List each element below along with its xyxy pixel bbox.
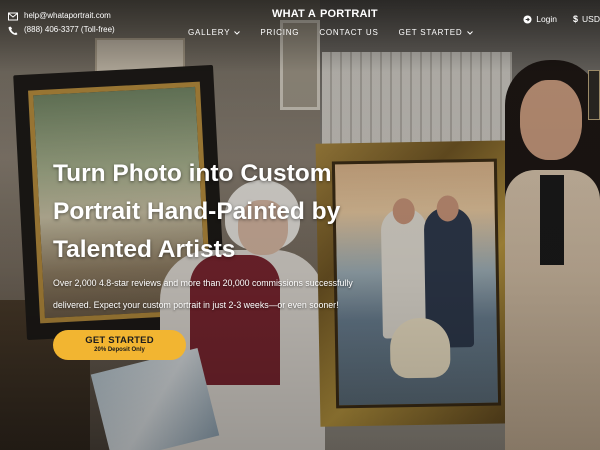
nav-contact-us[interactable]: CONTACT US — [319, 28, 378, 37]
hero-subtitle: Over 2,000 4.8-star reviews and more tha… — [53, 278, 353, 310]
main-nav: GALLERY PRICING CONTACT US GET STARTED — [188, 28, 473, 37]
site-header: help@whataportrait.com (888) 406-3377 (T… — [0, 0, 600, 50]
get-started-label: GET STARTED — [85, 335, 154, 346]
nav-pricing[interactable]: PRICING — [260, 28, 299, 37]
email-row[interactable]: help@whataportrait.com — [8, 9, 115, 23]
login-link[interactable]: Login — [523, 14, 557, 24]
chevron-down-icon — [466, 30, 473, 35]
contact-info: help@whataportrait.com (888) 406-3377 (T… — [8, 9, 115, 37]
deposit-note: 20% Deposit Only — [94, 347, 145, 353]
nav-get-started[interactable]: GET STARTED — [399, 28, 473, 37]
nav-get-started-label: GET STARTED — [398, 28, 463, 37]
hero-title: Turn Photo into Custom Portrait Hand-Pai… — [53, 160, 341, 263]
phone-text[interactable]: (888) 406-3377 (Toll-free) — [24, 23, 115, 37]
nav-gallery-label: GALLERY — [188, 28, 231, 37]
envelope-icon — [8, 12, 18, 20]
email-text[interactable]: help@whataportrait.com — [24, 9, 111, 23]
logo-text-left: WHAT A — [272, 8, 316, 20]
header-tools: Login $ USD — [523, 14, 600, 24]
login-icon — [523, 14, 532, 24]
site-logo[interactable]: WHAT A PORTRAIT — [272, 8, 378, 20]
login-label: Login — [536, 14, 558, 24]
currency-selector[interactable]: $ USD — [573, 14, 600, 24]
phone-icon — [8, 25, 18, 35]
nav-pricing-label: PRICING — [260, 28, 300, 37]
dollar-icon: $ — [573, 14, 579, 24]
currency-label: USD — [582, 14, 600, 24]
nav-gallery[interactable]: GALLERY — [188, 28, 241, 37]
nav-contact-label: CONTACT US — [319, 28, 379, 37]
phone-row[interactable]: (888) 406-3377 (Toll-free) — [8, 23, 115, 37]
get-started-button[interactable]: GET STARTED 20% Deposit Only — [53, 330, 186, 360]
logo-text-right: PORTRAIT — [319, 8, 378, 20]
chevron-down-icon — [234, 30, 241, 35]
